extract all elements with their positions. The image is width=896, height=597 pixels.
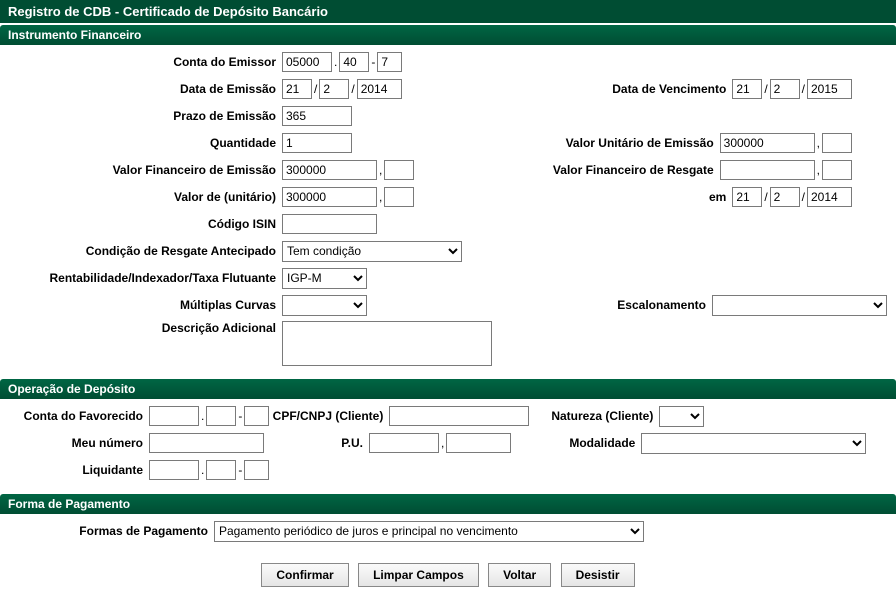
label-multiplas-curvas: Múltiplas Curvas (4, 298, 282, 312)
modalidade-select[interactable] (641, 433, 866, 454)
label-prazo-emissao: Prazo de Emissão (4, 109, 282, 123)
voltar-button[interactable]: Voltar (488, 563, 551, 587)
label-condicao-resgate: Condição de Resgate Antecipado (4, 244, 282, 258)
label-cpf-cnpj: CPF/CNPJ (Cliente) (269, 409, 389, 423)
data-vencimento-y[interactable] (807, 79, 852, 99)
condicao-resgate-select[interactable]: Tem condição (282, 241, 462, 262)
em-d[interactable] (732, 187, 762, 207)
conta-favorecido-c[interactable] (244, 406, 269, 426)
liquidante-a[interactable] (149, 460, 199, 480)
section-deposito-header: Operação de Depósito (0, 379, 896, 399)
sep-dot: . (332, 55, 339, 69)
button-row: Confirmar Limpar Campos Voltar Desistir (0, 553, 896, 597)
sep-dash: - (236, 409, 244, 423)
label-rentabilidade: Rentabilidade/Indexador/Taxa Flutuante (4, 271, 282, 285)
label-quantidade: Quantidade (4, 136, 282, 150)
liquidante-c[interactable] (244, 460, 269, 480)
escalonamento-select[interactable] (712, 295, 887, 316)
valor-unitario-emissao-dec[interactable] (822, 133, 852, 153)
section-instrumento-header: Instrumento Financeiro (0, 25, 896, 45)
sep-slash: / (800, 190, 807, 204)
section-pagamento-header: Forma de Pagamento (0, 494, 896, 514)
sep-comma: , (439, 436, 446, 450)
label-valor-unitario-emissao: Valor Unitário de Emissão (530, 136, 720, 150)
confirmar-button[interactable]: Confirmar (261, 563, 348, 587)
label-em: em (542, 190, 732, 204)
conta-emissor-b[interactable] (339, 52, 369, 72)
quantidade[interactable] (282, 133, 352, 153)
page-title: Registro de CDB - Certificado de Depósit… (0, 0, 896, 23)
sep-slash: / (762, 82, 769, 96)
em-m[interactable] (770, 187, 800, 207)
label-conta-emissor: Conta do Emissor (4, 55, 282, 69)
valor-financeiro-resgate-dec[interactable] (822, 160, 852, 180)
sep-comma: , (815, 136, 822, 150)
data-emissao-m[interactable] (319, 79, 349, 99)
label-escalonamento: Escalonamento (522, 298, 712, 312)
label-valor-financeiro-emissao: Valor Financeiro de Emissão (4, 163, 282, 177)
label-modalidade: Modalidade (511, 436, 641, 450)
data-vencimento-d[interactable] (732, 79, 762, 99)
em-y[interactable] (807, 187, 852, 207)
label-meu-numero: Meu número (4, 436, 149, 450)
pu-int[interactable] (369, 433, 439, 453)
liquidante-b[interactable] (206, 460, 236, 480)
desistir-button[interactable]: Desistir (561, 563, 635, 587)
conta-emissor-c[interactable] (377, 52, 402, 72)
label-valor-financeiro-resgate: Valor Financeiro de Resgate (530, 163, 720, 177)
cpf-cnpj[interactable] (389, 406, 529, 426)
prazo-emissao[interactable] (282, 106, 352, 126)
formas-pagamento-select[interactable]: Pagamento periódico de juros e principal… (214, 521, 644, 542)
label-formas-pagamento: Formas de Pagamento (4, 524, 214, 538)
label-conta-favorecido: Conta do Favorecido (4, 409, 149, 423)
valor-financeiro-resgate-int[interactable] (720, 160, 815, 180)
limpar-campos-button[interactable]: Limpar Campos (358, 563, 479, 587)
valor-financeiro-emissao-dec[interactable] (384, 160, 414, 180)
conta-favorecido-a[interactable] (149, 406, 199, 426)
label-liquidante: Liquidante (4, 463, 149, 477)
section-pagamento-body: Formas de Pagamento Pagamento periódico … (0, 514, 896, 553)
sep-dot: . (199, 463, 206, 477)
valor-de-unitario-int[interactable] (282, 187, 377, 207)
sep-comma: , (377, 163, 384, 177)
natureza-select[interactable] (659, 406, 704, 427)
sep-comma: , (377, 190, 384, 204)
data-emissao-d[interactable] (282, 79, 312, 99)
sep-dash: - (236, 463, 244, 477)
sep-slash: / (349, 82, 356, 96)
data-vencimento-m[interactable] (770, 79, 800, 99)
label-pu: P.U. (264, 436, 369, 450)
sep-comma: , (815, 163, 822, 177)
sep-slash: / (762, 190, 769, 204)
sep-dot: . (199, 409, 206, 423)
label-data-vencimento: Data de Vencimento (542, 82, 732, 96)
multiplas-curvas-select[interactable] (282, 295, 367, 316)
valor-financeiro-emissao-int[interactable] (282, 160, 377, 180)
label-descricao-adicional: Descrição Adicional (4, 321, 282, 335)
valor-unitario-emissao-int[interactable] (720, 133, 815, 153)
sep-slash: / (312, 82, 319, 96)
meu-numero[interactable] (149, 433, 264, 453)
valor-de-unitario-dec[interactable] (384, 187, 414, 207)
label-natureza: Natureza (Cliente) (529, 409, 659, 423)
section-deposito-body: Conta do Favorecido . - CPF/CNPJ (Client… (0, 399, 896, 492)
conta-favorecido-b[interactable] (206, 406, 236, 426)
label-valor-de-unitario: Valor de (unitário) (4, 190, 282, 204)
codigo-isin[interactable] (282, 214, 377, 234)
rentabilidade-select[interactable]: IGP-M (282, 268, 367, 289)
conta-emissor-a[interactable] (282, 52, 332, 72)
pu-dec[interactable] (446, 433, 511, 453)
descricao-adicional[interactable] (282, 321, 492, 366)
sep-slash: / (800, 82, 807, 96)
label-codigo-isin: Código ISIN (4, 217, 282, 231)
data-emissao-y[interactable] (357, 79, 402, 99)
label-data-emissao: Data de Emissão (4, 82, 282, 96)
sep-dash: - (369, 55, 377, 69)
section-instrumento-body: Conta do Emissor . - Data de Emissão / /… (0, 45, 896, 377)
